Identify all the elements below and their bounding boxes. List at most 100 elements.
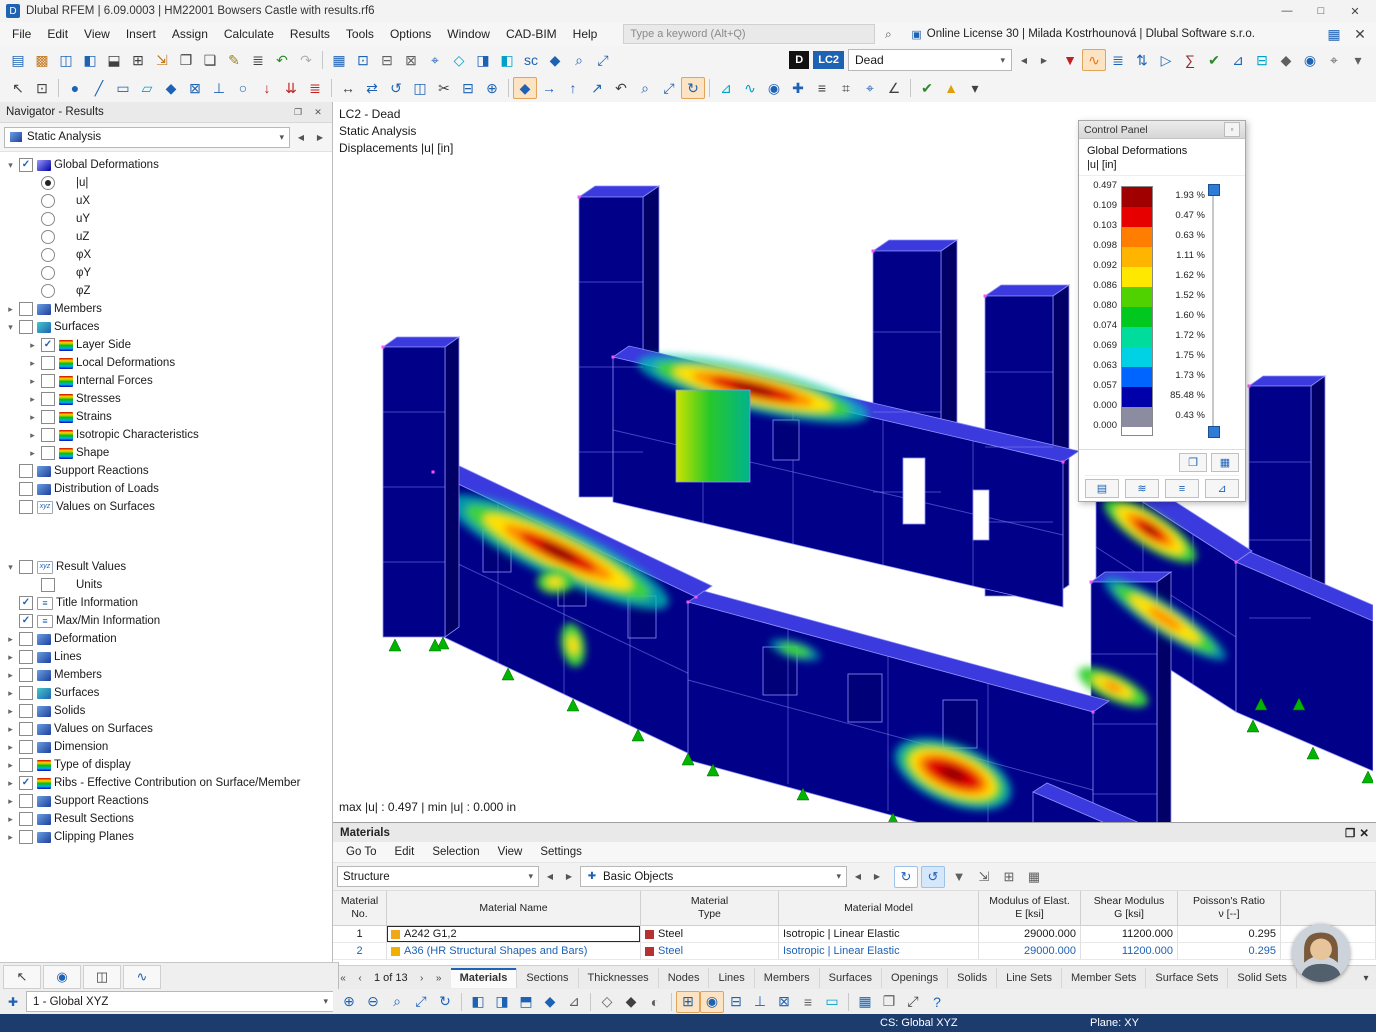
cell-material-type[interactable]: Steel	[641, 943, 779, 960]
tab-overflow-icon[interactable]: ▾	[1358, 969, 1374, 987]
menu-assign[interactable]: Assign	[164, 24, 216, 44]
table-row[interactable]: 1 A242 G1,2 Steel Isotropic | Linear Ela…	[333, 926, 1376, 943]
tab-thicknesses[interactable]: Thicknesses	[579, 968, 659, 988]
animation-icon[interactable]: ▷	[1154, 49, 1178, 71]
tree-item-toggle[interactable]	[19, 722, 33, 736]
snap-node-icon[interactable]: ◉	[700, 990, 724, 1013]
materials-menu-settings[interactable]: Settings	[531, 844, 591, 860]
clipping-box-icon[interactable]: ⊿	[714, 77, 738, 99]
last-table-icon[interactable]: »	[431, 969, 447, 987]
sep[interactable]	[910, 79, 911, 97]
user-avatar[interactable]	[1292, 924, 1350, 982]
expand-arrow-icon[interactable]	[4, 670, 17, 681]
tree-item-toggle[interactable]	[19, 758, 33, 772]
more-commands-icon[interactable]: ▾	[1346, 49, 1370, 71]
maximize-icon[interactable]: □	[1304, 1, 1338, 22]
sep[interactable]	[322, 51, 323, 69]
surface-load-icon[interactable]: ≣	[303, 77, 327, 99]
tree-ux[interactable]: uX	[4, 192, 332, 210]
tree-units[interactable]: Units	[4, 576, 332, 594]
pan-icon[interactable]: ⤢	[409, 991, 433, 1013]
expand-arrow-icon[interactable]	[4, 688, 17, 699]
tree-item-toggle[interactable]	[19, 812, 33, 826]
control-panel-close-icon[interactable]: ▫	[1224, 122, 1240, 137]
sep[interactable]	[848, 992, 849, 1011]
table-print-icon[interactable]: ⊞	[998, 867, 1020, 887]
section-icon[interactable]: ∿	[738, 77, 762, 99]
merge-icon[interactable]: ⊕	[480, 77, 504, 99]
sep[interactable]	[508, 79, 509, 97]
expand-arrow-icon[interactable]	[26, 448, 39, 459]
panel-display-tab-icon[interactable]: ▤	[1085, 479, 1119, 498]
render-wire-icon[interactable]: ◧	[495, 49, 519, 71]
tree-item-toggle[interactable]	[41, 356, 55, 370]
tree-local-deformations[interactable]: Local Deformations	[4, 354, 332, 372]
filter-loadcase-icon[interactable]: ▼	[1058, 49, 1082, 71]
tree-u-total[interactable]: |u|	[4, 174, 332, 192]
expand-arrow-icon[interactable]	[26, 358, 39, 369]
tree-surfaces[interactable]: Surfaces	[4, 318, 332, 336]
menu-window[interactable]: Window	[439, 24, 498, 44]
tree-item-toggle[interactable]	[19, 464, 33, 478]
column-header[interactable]	[1281, 891, 1376, 926]
analysis-type-select[interactable]: Static Analysis ▾	[4, 126, 290, 148]
redo-icon[interactable]: ↷	[294, 49, 318, 71]
menu-view[interactable]: View	[76, 24, 118, 44]
snap-line-icon[interactable]: ⊟	[724, 991, 748, 1013]
cell-modulus-e[interactable]: 29000.000	[979, 943, 1081, 960]
tree-item-toggle[interactable]	[41, 248, 55, 262]
cell-modulus-e[interactable]: 29000.000	[979, 926, 1081, 943]
visibility-icon[interactable]: ◉	[762, 77, 786, 99]
tree-item-toggle[interactable]	[19, 650, 33, 664]
next-table-icon[interactable]: ›	[414, 969, 430, 987]
zoom-window-icon[interactable]: ⌕	[633, 77, 657, 99]
tree-item-toggle[interactable]	[41, 338, 55, 352]
next-analysis-icon[interactable]: ▶	[312, 126, 328, 148]
panel-filter-tab-icon[interactable]: ⊿	[1205, 479, 1239, 498]
tree-item-toggle[interactable]	[41, 428, 55, 442]
materials-title-bar[interactable]: Materials ❐ ✕	[333, 823, 1376, 842]
hinge-icon[interactable]: ○	[231, 77, 255, 99]
column-header[interactable]: Material Model	[779, 891, 979, 926]
expand-arrow-icon[interactable]	[26, 340, 39, 351]
tree-phiy[interactable]: φY	[4, 264, 332, 282]
zoom-in-icon[interactable]: ⊕	[337, 991, 361, 1013]
tree-strains[interactable]: Strains	[4, 408, 332, 426]
member-load-icon[interactable]: ⇊	[279, 77, 303, 99]
sep[interactable]	[671, 992, 672, 1011]
cell-material-model[interactable]: Isotropic | Linear Elastic	[779, 943, 979, 960]
pan-view-icon[interactable]: ⤢	[657, 77, 681, 99]
copy-icon[interactable]: ❐	[174, 49, 198, 71]
navigator-toggle-icon[interactable]: ◧	[78, 49, 102, 71]
guideline-icon[interactable]: ≡	[796, 991, 820, 1013]
snap-intersection-icon[interactable]: ⊠	[772, 991, 796, 1013]
tree-maxmin-information[interactable]: Max/Min Information	[4, 612, 332, 630]
tree-item-toggle[interactable]	[19, 596, 33, 610]
tree-support-reactions[interactable]: Support Reactions	[4, 462, 332, 480]
zoom-window-icon[interactable]: ⌕	[567, 49, 591, 71]
zoom-out-icon[interactable]: ⊖	[361, 991, 385, 1013]
next-load-case-icon[interactable]: ▶	[1036, 49, 1052, 71]
tree-item-toggle[interactable]	[41, 446, 55, 460]
previous-load-case-icon[interactable]: ◀	[1016, 49, 1032, 71]
tree-surfaces-display[interactable]: Surfaces	[4, 684, 332, 702]
snap-perp-icon[interactable]: ⊥	[748, 991, 772, 1013]
warning-icon[interactable]: ▲	[939, 77, 963, 99]
scale-min-handle[interactable]	[1208, 426, 1220, 438]
table-filter-icon[interactable]: ▼	[948, 867, 970, 887]
new-line-icon[interactable]: ╱	[87, 77, 111, 99]
nodal-load-icon[interactable]: ↓	[255, 77, 279, 99]
tree-members-display[interactable]: Members	[4, 666, 332, 684]
cell-poisson-ratio[interactable]: 0.295	[1178, 926, 1281, 943]
expand-arrow-icon[interactable]	[4, 652, 17, 663]
expand-arrow-icon[interactable]	[4, 562, 17, 573]
tree-values-on-surfaces[interactable]: Values on Surfaces	[4, 498, 332, 516]
view-top-icon[interactable]: ⬒	[514, 991, 538, 1013]
tree-item-toggle[interactable]	[19, 830, 33, 844]
mirror-icon[interactable]: ◫	[408, 77, 432, 99]
expand-arrow-icon[interactable]	[4, 760, 17, 771]
keyword-search-input[interactable]: Type a keyword (Alt+Q)	[623, 24, 876, 44]
rulers-icon[interactable]: ⊟	[375, 49, 399, 71]
close-file-icon[interactable]: ✕	[1348, 23, 1372, 45]
tree-item-toggle[interactable]	[19, 302, 33, 316]
